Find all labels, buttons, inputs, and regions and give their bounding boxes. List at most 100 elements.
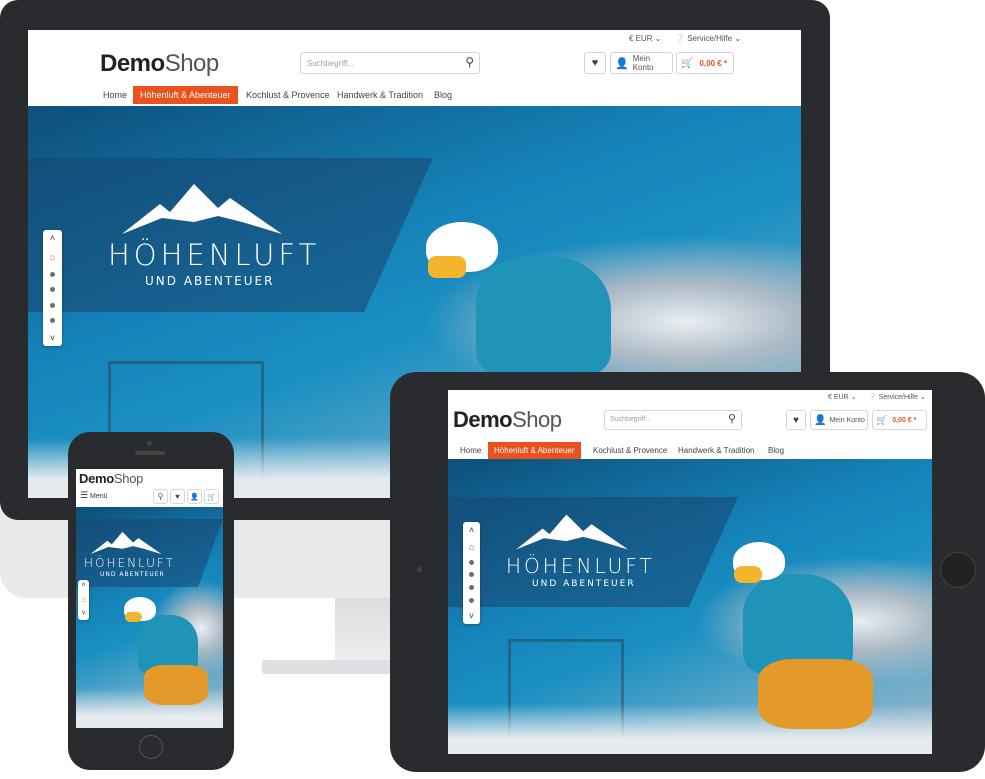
nav-blog[interactable]: Blog — [768, 446, 784, 455]
phone-header: DemoShop ☰ Menü ⚲ ♥ 👤 🛒 — [76, 469, 223, 507]
account-label: Mein Konto — [829, 416, 865, 424]
wishlist-button[interactable]: ♥ — [170, 489, 185, 504]
nav-kochlust[interactable]: Kochlust & Provence — [246, 90, 330, 100]
menu-label: Menü — [90, 493, 108, 500]
home-icon[interactable]: ⌂ — [81, 597, 85, 604]
cart-button[interactable]: 🛒 0,00 € * — [676, 52, 734, 74]
chevron-up-icon[interactable]: ˄ — [469, 525, 474, 535]
slide-dot[interactable] — [50, 272, 55, 278]
user-icon: 👤 — [615, 57, 629, 70]
cart-icon: 🛒 — [207, 493, 216, 501]
account-button[interactable]: 👤 — [187, 489, 202, 504]
skier-pants — [144, 665, 208, 705]
logo-demo-text: Demo — [100, 50, 165, 77]
home-icon[interactable]: ⌂ — [50, 253, 55, 262]
cart-icon: 🛒 — [876, 414, 888, 425]
slider-nav[interactable]: ˄ ⌂ ˅ — [78, 580, 89, 620]
hamburger-icon: ☰ — [80, 490, 89, 500]
chevron-down-icon[interactable]: ˅ — [81, 610, 85, 618]
slide-dot[interactable] — [469, 598, 474, 604]
home-icon[interactable]: ⌂ — [469, 542, 474, 552]
shop-logo[interactable]: DemoShop — [79, 471, 143, 486]
hero-subtitle: UND ABENTEUER — [100, 571, 165, 578]
currency-switch[interactable]: € EUR ⌄ — [629, 34, 662, 43]
mountain-logo-icon — [90, 531, 162, 555]
search-icon[interactable]: ⚲ — [728, 412, 736, 425]
slider-nav[interactable]: ˄ ⌂ ˅ — [463, 522, 480, 624]
search-input[interactable]: Suchbegriff... ⚲ — [300, 52, 480, 74]
help-circle-icon: ❔ — [675, 34, 685, 43]
chevron-down-icon: ⌄ — [734, 34, 742, 43]
user-icon: 👤 — [814, 414, 827, 426]
hero-subtitle: UND ABENTEUER — [145, 274, 275, 288]
account-label: Mein Konto — [632, 54, 654, 72]
cart-button[interactable]: 🛒 0,00 € * — [872, 410, 927, 430]
currency-switch[interactable]: € EUR ⌄ — [828, 393, 856, 401]
search-placeholder: Suchbegriff... — [307, 59, 354, 68]
hero-title: HÖHENLUFT — [84, 556, 175, 570]
account-button[interactable]: 👤 Mein Konto — [610, 52, 673, 74]
search-icon[interactable]: ⚲ — [465, 55, 474, 69]
tablet-screen: € EUR ⌄ ❔ Service/Hilfe ⌄ DemoShop Suchb… — [448, 390, 932, 754]
nav-blog[interactable]: Blog — [434, 90, 452, 100]
nav-kochlust[interactable]: Kochlust & Provence — [593, 446, 667, 455]
skier-goggles — [428, 256, 466, 278]
cart-total: 0,00 € * — [892, 416, 917, 424]
wishlist-button[interactable]: ♥ — [786, 410, 806, 430]
chevron-down-icon[interactable]: ˅ — [50, 333, 55, 343]
skier-goggles — [125, 612, 142, 622]
nav-handwerk[interactable]: Handwerk & Tradition — [337, 90, 423, 100]
chevron-up-icon[interactable]: ˄ — [81, 582, 85, 590]
slide-dot[interactable] — [50, 287, 55, 293]
slider-nav[interactable]: ˄ ⌂ ˅ — [43, 230, 62, 346]
search-icon: ⚲ — [157, 492, 164, 501]
shop-logo[interactable]: DemoShop — [453, 407, 562, 433]
hero-banner[interactable]: HÖHENLUFT UND ABENTEUER — [76, 507, 223, 728]
nav-hoehenluft[interactable]: Höhenluft & Abenteuer — [133, 86, 238, 104]
nav-handwerk[interactable]: Handwerk & Tradition — [678, 446, 754, 455]
chevron-down-icon: ⌄ — [654, 34, 662, 43]
shop-logo[interactable]: DemoShop — [100, 50, 219, 78]
slide-dot[interactable] — [469, 572, 474, 578]
tablet-header: € EUR ⌄ ❔ Service/Hilfe ⌄ DemoShop Suchb… — [448, 390, 932, 459]
hero-subtitle: UND ABENTEUER — [532, 579, 636, 589]
wishlist-button[interactable]: ♥ — [584, 52, 606, 74]
slide-dot[interactable] — [469, 585, 474, 591]
nav-home[interactable]: Home — [103, 90, 127, 100]
search-button[interactable]: ⚲ — [153, 489, 168, 504]
desktop-header: € EUR ⌄ ❔ Service/Hilfe ⌄ DemoShop Suchb… — [28, 30, 801, 106]
phone-camera — [147, 441, 152, 446]
chevron-down-icon: ⌄ — [919, 394, 926, 401]
chevron-down-icon[interactable]: ˅ — [469, 611, 474, 621]
search-input[interactable]: Suchbegriff... ⚲ — [604, 410, 742, 430]
service-menu[interactable]: ❔ Service/Hilfe ⌄ — [675, 34, 741, 43]
nav-hoehenluft[interactable]: Höhenluft & Abenteuer — [488, 442, 581, 459]
heart-icon: ♥ — [175, 492, 180, 501]
phone-speaker — [135, 451, 165, 455]
service-menu[interactable]: ❔ Service/Hilfe ⌄ — [868, 393, 926, 401]
phone-home-button — [139, 735, 163, 759]
search-placeholder: Suchbegriff... — [610, 416, 652, 423]
skier-pants — [758, 659, 873, 729]
heart-icon: ♥ — [591, 57, 599, 69]
tablet-camera — [417, 567, 422, 572]
phone-screen: DemoShop ☰ Menü ⚲ ♥ 👤 🛒 HÖHENLUFT UND AB… — [76, 469, 223, 728]
slide-dot[interactable] — [50, 317, 55, 323]
menu-button[interactable]: ☰ Menü — [80, 490, 108, 501]
slide-dot[interactable] — [469, 559, 474, 565]
skier-goggles — [734, 566, 762, 583]
mountain-logo-icon — [516, 514, 628, 550]
user-icon: 👤 — [190, 493, 199, 501]
logo-shop-text: Shop — [164, 50, 220, 77]
logo-demo-text: Demo — [79, 471, 114, 486]
cart-button[interactable]: 🛒 — [204, 489, 219, 504]
hero-banner[interactable]: HÖHENLUFT UND ABENTEUER — [448, 459, 932, 754]
nav-home[interactable]: Home — [460, 446, 481, 455]
service-label: Service/Hilfe — [687, 34, 733, 43]
slide-dot[interactable] — [50, 302, 55, 308]
account-button[interactable]: 👤 Mein Konto — [810, 410, 868, 430]
chevron-up-icon[interactable]: ˄ — [50, 233, 55, 243]
cart-icon: 🛒 — [681, 57, 694, 69]
currency-label: € EUR — [828, 394, 849, 401]
mountain-logo-icon — [122, 184, 282, 234]
